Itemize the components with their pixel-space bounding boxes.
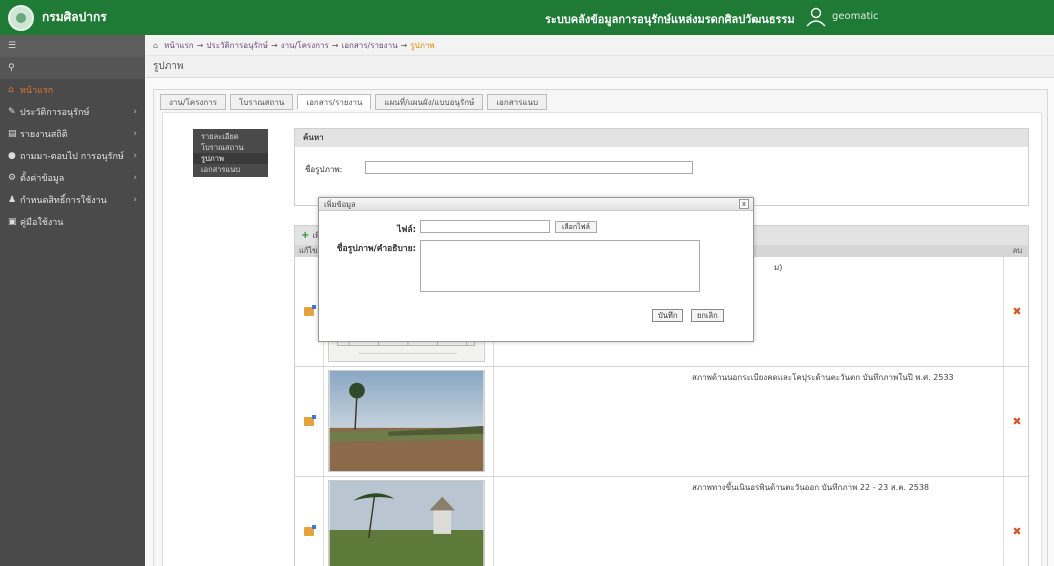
sidebar-item-label: ประวัติการอนุรักษ์: [20, 108, 90, 118]
page-title: รูปภาพ: [145, 56, 1054, 78]
image-thumbnail[interactable]: [328, 480, 485, 566]
image-thumbnail[interactable]: [328, 370, 485, 472]
sidebar-item-permissions[interactable]: ♟ กำหนดสิทธิ์การใช้งาน ›: [0, 189, 145, 211]
sidebar-search[interactable]: ⚲: [0, 57, 145, 79]
chart-icon: ▤: [8, 129, 17, 139]
hamburger-icon: ☰: [8, 41, 17, 51]
breadcrumb-current: รูปภาพ: [410, 40, 435, 50]
sidebar-item-settings[interactable]: ⚙ ตั้งค่าข้อมูล ›: [0, 167, 145, 189]
home-icon[interactable]: ⌂: [153, 41, 158, 50]
home-icon: ⌂: [8, 85, 14, 95]
sidebar-item-history[interactable]: ✎ ประวัติการอนุรักษ์ ›: [0, 101, 145, 123]
sidebar-item-label: รายงานสถิติ: [20, 130, 68, 140]
image-caption: สภาพทางขึ้นเนินอรพินด้านตะวันออก บันทึกภ…: [692, 483, 929, 492]
logo: [8, 4, 34, 31]
menu-toggle-button[interactable]: ☰: [0, 35, 145, 57]
breadcrumb-item[interactable]: งาน/โครงการ: [281, 39, 329, 52]
search-header: ค้นหา: [295, 129, 1028, 147]
add-data-dialog: เพิ่มข้อมูล x ไฟล์: เลือกไฟล์ ชื่อรูปภาพ…: [318, 197, 754, 342]
edit-icon: [304, 525, 316, 536]
chevron-right-icon: ›: [133, 107, 137, 117]
sidebar-item-manual[interactable]: ▣ คู่มือใช้งาน: [0, 211, 145, 233]
dialog-title: เพิ่มข้อมูล: [324, 200, 356, 209]
tab-documents[interactable]: เอกสาร/รายงาน: [297, 94, 372, 110]
tab-attachments[interactable]: เอกสารแนบ: [487, 94, 548, 110]
sidebar-item-qa[interactable]: ● ถามมา-ตอบไป การอนุรักษ์ ›: [0, 145, 145, 167]
tab-monument[interactable]: โบราณสถาน: [230, 94, 294, 110]
delete-icon: ✖: [1012, 525, 1022, 538]
subnav-item-monument[interactable]: โบราณสถาน: [193, 142, 268, 153]
breadcrumb-item[interactable]: เอกสาร/รายงาน: [341, 39, 397, 52]
sidebar: ☰ ⚲ ⌂ หน้าแรก ✎ ประวัติการอนุรักษ์ › ▤ ร…: [0, 35, 145, 566]
breadcrumb-separator: →: [271, 40, 278, 50]
delete-button[interactable]: ✖: [1003, 477, 1028, 566]
sidebar-item-label: ถามมา-ตอบไป การอนุรักษ์: [20, 152, 124, 162]
edit-button[interactable]: [295, 477, 324, 566]
edit-icon: ✎: [8, 107, 16, 117]
chevron-right-icon: ›: [133, 195, 137, 205]
add-icon[interactable]: +: [301, 226, 309, 245]
sidebar-item-home[interactable]: ⌂ หน้าแรก: [0, 79, 145, 101]
subnav-item-attachments[interactable]: เอกสารแนบ: [193, 164, 268, 175]
caption-cell: สภาพทางขึ้นเนินอรพินด้านตะวันออก บันทึกภ…: [493, 477, 1001, 566]
breadcrumb: ⌂ หน้าแรก → ประวัติการอนุรักษ์ → งาน/โคร…: [145, 35, 1054, 56]
user-icon: ♟: [8, 195, 17, 205]
edit-button[interactable]: [295, 367, 324, 476]
book-icon: ▣: [8, 217, 17, 227]
subnav-item-images[interactable]: รูปภาพ: [193, 153, 268, 164]
table-row: สภาพทางขึ้นเนินอรพินด้านตะวันออก บันทึกภ…: [295, 476, 1028, 566]
image-caption: สภาพด้านนอกระเบียงคดและโคปุระด้านตะวันตก…: [692, 373, 954, 382]
chevron-right-icon: ›: [133, 129, 137, 139]
sidebar-item-label: กำหนดสิทธิ์การใช้งาน: [20, 196, 107, 206]
save-button[interactable]: บันทึก: [652, 309, 684, 322]
col-delete: ลบ: [1012, 246, 1022, 255]
breadcrumb-item[interactable]: ประวัติการอนุรักษ์: [206, 39, 268, 52]
breadcrumb-separator: →: [331, 40, 339, 50]
subnav-item-details[interactable]: รายละเอียด: [193, 131, 268, 142]
search-panel: ค้นหา ชื่อรูปภาพ:: [294, 128, 1029, 206]
search-icon: ⚲: [8, 63, 15, 73]
breadcrumb-separator: →: [400, 40, 408, 50]
sidebar-item-label: หน้าแรก: [20, 86, 54, 96]
tab-maps[interactable]: แผนที่/แผนผัง/แบบอนุรักษ์: [375, 94, 484, 110]
breadcrumb-separator: →: [196, 40, 204, 50]
col-edit: แก้ไข: [299, 246, 318, 255]
brand[interactable]: กรมศิลปากร: [0, 0, 145, 35]
edit-icon: [304, 305, 316, 316]
description-textarea[interactable]: [420, 240, 700, 292]
close-button[interactable]: x: [739, 199, 749, 209]
sub-navigation: รายละเอียด โบราณสถาน รูปภาพ เอกสารแนบ: [193, 129, 268, 177]
sidebar-item-label: ตั้งค่าข้อมูล: [20, 174, 65, 184]
delete-button[interactable]: ✖: [1003, 367, 1028, 476]
system-title: ระบบคลังข้อมูลการอนุรักษ์แหล่งมรดกศิลปวั…: [545, 13, 795, 26]
edit-icon: [304, 415, 316, 426]
delete-button[interactable]: ✖: [1003, 257, 1028, 366]
cancel-button[interactable]: ยกเลิก: [691, 309, 724, 322]
image-caption: ม): [774, 263, 783, 272]
image-name-label: ชื่อรูปภาพ:: [305, 165, 343, 174]
table-row: สภาพด้านนอกระเบียงคดและโคปุระด้านตะวันตก…: [295, 366, 1028, 476]
user-name[interactable]: geomatic: [832, 11, 879, 22]
sidebar-item-label: คู่มือใช้งาน: [20, 218, 64, 228]
file-label: ไฟล์:: [397, 225, 416, 235]
image-name-search-input[interactable]: [365, 161, 693, 174]
dialog-header: เพิ่มข้อมูล x: [319, 198, 753, 211]
user-icon[interactable]: [805, 6, 827, 28]
gear-icon: ⚙: [8, 173, 17, 183]
tab-project[interactable]: งาน/โครงการ: [160, 94, 227, 110]
caption-cell: สภาพด้านนอกระเบียงคดและโคปุระด้านตะวันตก…: [493, 367, 1001, 476]
browse-file-button[interactable]: เลือกไฟล์: [555, 221, 597, 233]
top-bar: กรมศิลปากร ระบบคลังข้อมูลการอนุรักษ์แหล่…: [0, 0, 1054, 35]
sidebar-item-statistics[interactable]: ▤ รายงานสถิติ ›: [0, 123, 145, 145]
chevron-right-icon: ›: [133, 173, 137, 183]
comment-icon: ●: [8, 151, 16, 161]
brand-name: กรมศิลปากร: [42, 10, 107, 24]
description-label: ชื่อรูปภาพ/คำอธิบาย:: [336, 244, 416, 254]
delete-icon: ✖: [1012, 305, 1022, 318]
file-path-field[interactable]: [420, 220, 550, 233]
breadcrumb-item[interactable]: หน้าแรก: [164, 39, 194, 52]
delete-icon: ✖: [1012, 415, 1022, 428]
tab-bar: งาน/โครงการ โบราณสถาน เอกสาร/รายงาน แผนท…: [160, 94, 548, 110]
chevron-right-icon: ›: [133, 151, 137, 161]
